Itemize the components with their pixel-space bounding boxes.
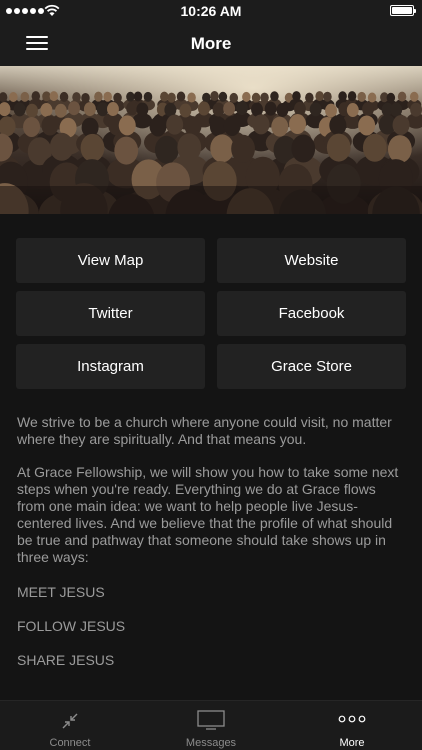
more-content: View Map Website Twitter Facebook Instag… <box>0 214 422 700</box>
more-icon <box>338 715 366 723</box>
description-paragraph-2: At Grace Fellowship, we will show you ho… <box>17 464 399 565</box>
step-meet-jesus: MEET JESUS <box>17 584 105 600</box>
tab-connect-label: Connect <box>49 737 91 749</box>
grace-store-button[interactable]: Grace Store <box>217 344 406 389</box>
twitter-button[interactable]: Twitter <box>16 291 205 336</box>
page-title: More <box>190 34 232 53</box>
facebook-button[interactable]: Facebook <box>217 291 406 336</box>
status-time: 10:26 AM <box>180 3 242 19</box>
connect-icon <box>62 713 78 729</box>
step-share-jesus: SHARE JESUS <box>17 652 115 668</box>
hero-image <box>0 66 422 214</box>
tab-messages[interactable]: Messages <box>141 701 281 750</box>
tab-messages-label: Messages <box>185 737 237 749</box>
view-map-button[interactable]: View Map <box>16 238 205 283</box>
website-button[interactable]: Website <box>217 238 406 283</box>
instagram-button[interactable]: Instagram <box>16 344 205 389</box>
step-follow-jesus: FOLLOW JESUS <box>17 618 126 634</box>
tab-connect[interactable]: Connect <box>0 701 140 750</box>
tab-more[interactable]: More <box>282 701 422 750</box>
description-paragraph-1: We strive to be a church where anyone co… <box>17 414 392 447</box>
nav-bar: More <box>0 22 422 66</box>
tab-more-label: More <box>339 737 365 749</box>
status-bar: 10:26 AM <box>0 0 422 22</box>
tab-bar: Connect Messages More <box>0 700 422 750</box>
battery-icon <box>390 5 416 16</box>
tv-icon <box>197 710 225 730</box>
